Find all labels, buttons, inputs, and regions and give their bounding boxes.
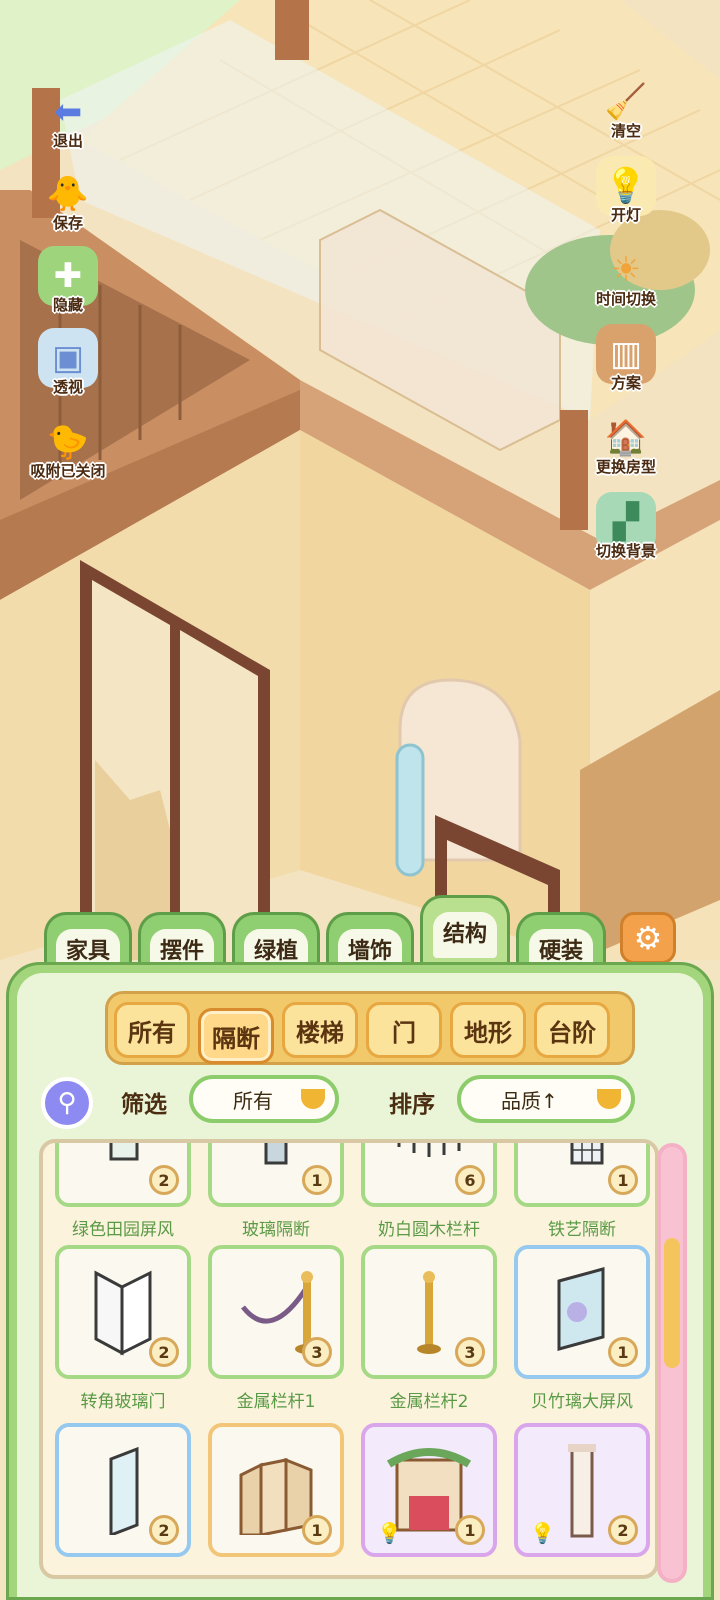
search-button[interactable]: ⚲ — [41, 1077, 93, 1129]
light-label: 开灯 — [610, 206, 641, 224]
item-name: 转角玻璃门 — [80, 1392, 166, 1412]
item-name: 贝竹璃大屏风 — [531, 1392, 633, 1412]
change-house-button[interactable]: 🏠 更换房型 — [585, 408, 667, 477]
item-grid: 2 绿色田园屏风 1 玻璃隔断 6 奶白圆木栏杆 1 铁艺隔断 2 转角玻璃门 3 金属栏杆1 3 金属栏… — [39, 1139, 659, 1579]
item-card[interactable]: 2 — [55, 1143, 191, 1207]
plan-button[interactable]: ▥ 方案 — [590, 324, 662, 393]
item-card[interactable]: 3 — [208, 1245, 344, 1379]
subtab-bar: 所有 隔断 楼梯 门 地形 台阶 — [105, 991, 635, 1065]
save-label: 保存 — [52, 214, 83, 232]
sort-label: 排序 — [389, 1092, 435, 1118]
hide-button[interactable]: ✚ 隐藏 — [32, 246, 104, 315]
tab-label: 结构 — [432, 912, 497, 958]
item-card[interactable]: 1 — [208, 1143, 344, 1207]
perspective-label: 透视 — [52, 378, 83, 396]
item-count-badge: 6 — [455, 1165, 485, 1195]
clear-label: 清空 — [610, 122, 641, 140]
item-count-badge: 1 — [455, 1515, 485, 1545]
sort-value: 品质↑ — [501, 1088, 558, 1113]
snap-toggle-button[interactable]: 🐤 吸附已关闭 — [24, 412, 112, 481]
plan-label: 方案 — [610, 374, 641, 392]
exit-button[interactable]: ⬅ 退出 — [32, 82, 104, 151]
item-count-badge: 3 — [302, 1337, 332, 1367]
item-name: 奶白圆木栏杆 — [378, 1220, 480, 1240]
item-count-badge: 2 — [149, 1515, 179, 1545]
gear-icon: ⚙ — [633, 919, 663, 957]
save-button[interactable]: 🐥 保存 — [32, 164, 104, 233]
filter-value: 所有 — [233, 1088, 273, 1113]
subtab-terrain[interactable]: 地形 — [450, 1002, 526, 1058]
time-switch-label: 时间切换 — [595, 290, 656, 308]
item-card[interactable]: 💡 1 — [361, 1423, 497, 1557]
bulb-icon: 💡 — [377, 1521, 402, 1545]
change-background-label: 切换背景 — [595, 542, 656, 560]
item-count-badge: 2 — [149, 1337, 179, 1367]
item-card[interactable]: 2 — [55, 1245, 191, 1379]
item-scrollbar[interactable] — [657, 1143, 687, 1583]
build-panel-inner: 所有 隔断 楼梯 门 地形 台阶 ⚲ 筛选 所有 排序 品质↑ 2 绿色田园屏风 1… — [17, 973, 703, 1597]
subtab-label: 楼梯 — [296, 1018, 344, 1047]
change-house-label: 更换房型 — [595, 458, 656, 476]
item-count-badge: 1 — [302, 1165, 332, 1195]
item-count-badge: 1 — [608, 1165, 638, 1195]
hide-label: 隐藏 — [52, 296, 83, 314]
item-name: 玻璃隔断 — [242, 1220, 310, 1240]
subtab-label: 所有 — [128, 1018, 176, 1047]
item-name: 铁艺隔断 — [548, 1220, 616, 1240]
item-count-badge: 2 — [608, 1515, 638, 1545]
scrollbar-thumb[interactable] — [664, 1237, 680, 1368]
exit-label: 退出 — [52, 132, 83, 150]
clear-button[interactable]: 🧹 清空 — [590, 72, 662, 141]
item-card[interactable]: 1 — [514, 1143, 650, 1207]
subtab-label: 门 — [392, 1018, 416, 1047]
item-name: 金属栏杆2 — [389, 1392, 469, 1412]
time-switch-button[interactable]: ☀ 时间切换 — [585, 240, 667, 309]
item-card[interactable]: 1 — [208, 1423, 344, 1557]
change-background-button[interactable]: ▞ 切换背景 — [585, 492, 667, 561]
item-name: 金属栏杆1 — [236, 1392, 316, 1412]
item-card[interactable]: 2 — [55, 1423, 191, 1557]
subtab-label: 台阶 — [548, 1018, 596, 1047]
chevron-down-icon — [597, 1089, 621, 1109]
subtab-stairs[interactable]: 楼梯 — [282, 1002, 358, 1058]
item-card[interactable]: 💡 2 — [514, 1423, 650, 1557]
item-count-badge: 1 — [608, 1337, 638, 1367]
filter-dropdown[interactable]: 所有 — [189, 1075, 339, 1123]
subtab-partition[interactable]: 隔断 — [198, 1008, 274, 1064]
bulb-icon: 💡 — [530, 1521, 555, 1545]
item-count-badge: 1 — [302, 1515, 332, 1545]
light-button[interactable]: 💡 开灯 — [590, 156, 662, 225]
item-card[interactable]: 6 — [361, 1143, 497, 1207]
filter-label: 筛选 — [121, 1092, 167, 1118]
search-icon: ⚲ — [57, 1088, 77, 1118]
chevron-down-icon — [301, 1089, 325, 1109]
subtab-steps[interactable]: 台阶 — [534, 1002, 610, 1058]
item-card[interactable]: 1 — [514, 1245, 650, 1379]
subtab-all[interactable]: 所有 — [114, 1002, 190, 1058]
item-count-badge: 3 — [455, 1337, 485, 1367]
perspective-button[interactable]: ▣ 透视 — [32, 328, 104, 397]
subtab-door[interactable]: 门 — [366, 1002, 442, 1058]
build-panel: 所有 隔断 楼梯 门 地形 台阶 ⚲ 筛选 所有 排序 品质↑ 2 绿色田园屏风 1… — [6, 962, 714, 1600]
snap-label: 吸附已关闭 — [30, 462, 106, 480]
subtab-label: 隔断 — [212, 1024, 260, 1053]
item-name: 绿色田园屏风 — [72, 1220, 174, 1240]
sort-dropdown[interactable]: 品质↑ — [457, 1075, 635, 1123]
item-card[interactable]: 3 — [361, 1245, 497, 1379]
settings-button[interactable]: ⚙ — [620, 912, 676, 964]
subtab-label: 地形 — [464, 1018, 512, 1047]
item-count-badge: 2 — [149, 1165, 179, 1195]
